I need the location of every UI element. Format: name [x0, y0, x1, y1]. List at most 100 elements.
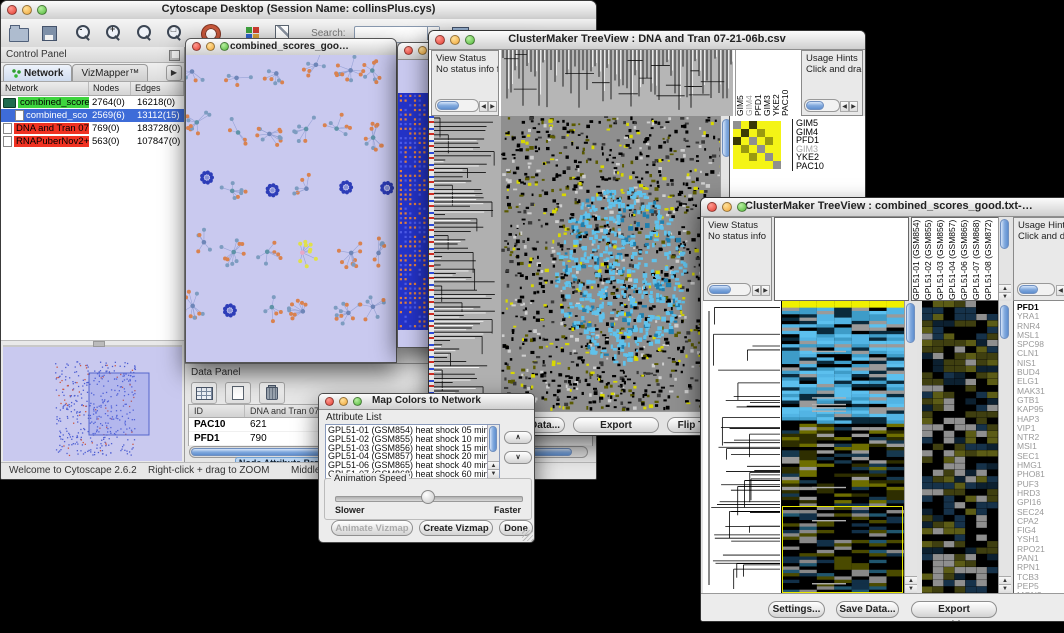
scrollbar-thumb[interactable]	[806, 101, 824, 110]
scroll-left-arrow[interactable]: ◀	[1056, 285, 1064, 296]
scroll-left-arrow[interactable]: ◀	[840, 101, 849, 112]
column-label[interactable]: GIM4	[745, 50, 754, 116]
move-up-button[interactable]: ∧	[504, 431, 532, 444]
zoom-heatmap-panel[interactable]	[922, 301, 998, 593]
network-overview-canvas[interactable]	[3, 347, 180, 457]
scrollbar-thumb[interactable]	[709, 285, 731, 294]
tab-vizmapper[interactable]: VizMapper™	[72, 64, 148, 81]
move-down-button[interactable]: ∨	[504, 451, 532, 464]
scroll-left-arrow[interactable]: ◀	[479, 101, 488, 112]
tab-overflow-arrow[interactable]: ▶	[166, 65, 182, 81]
animate-vizmap-button[interactable]: Animate Vizmap	[331, 520, 413, 536]
scroll-down-arrow[interactable]: ▼	[999, 584, 1011, 593]
network-canvas[interactable]	[186, 55, 396, 362]
network-row-dna-tran[interactable]: DNA and Tran 07 769(0) 183728(0)	[1, 122, 184, 135]
minimize-button[interactable]	[206, 42, 215, 51]
open-session-icon[interactable]	[9, 28, 29, 42]
vizmapper-icon[interactable]	[246, 27, 252, 33]
network-table-header[interactable]: Network Nodes Edges	[1, 82, 184, 96]
hints-hscrollbar[interactable]	[804, 99, 840, 112]
scrollbar-thumb[interactable]	[489, 426, 497, 452]
scroll-down-arrow[interactable]: ▼	[999, 292, 1011, 301]
network-view-titlebar[interactable]: combined_scores_good.txt--cluste...	[186, 39, 396, 56]
column-label[interactable]: GPL51-08 (GSM872)	[984, 218, 996, 300]
zoom-button[interactable]	[737, 202, 747, 212]
close-button[interactable]	[435, 35, 445, 45]
network-row-combined-sco-selected[interactable]: combined_sco 2569(6) 13112(15)	[1, 109, 184, 122]
close-button[interactable]	[404, 46, 413, 55]
minimize-button[interactable]	[22, 5, 32, 15]
zoom-button[interactable]	[353, 397, 362, 406]
scrollbar-thumb[interactable]	[906, 303, 915, 343]
scroll-down-arrow[interactable]: ▼	[488, 469, 499, 478]
export-graphics-button[interactable]: Export Graphics...	[911, 601, 997, 618]
similarity-matrix[interactable]	[733, 121, 781, 169]
scrollbar-thumb[interactable]	[1019, 285, 1038, 294]
hints-hscrollbar[interactable]	[1017, 283, 1055, 296]
select-attributes-button[interactable]	[191, 382, 217, 404]
gene-label[interactable]: PAC10	[796, 162, 866, 171]
column-label[interactable]: GPL51-02 (GSM855)	[924, 218, 936, 300]
zoom-fit-icon[interactable]: □	[167, 25, 181, 39]
close-button[interactable]	[325, 397, 334, 406]
column-dendrogram-area[interactable]	[774, 217, 909, 301]
zoom-selected-icon[interactable]	[137, 25, 151, 39]
scroll-left-arrow[interactable]: ◀	[752, 285, 761, 296]
network-overview-panel[interactable]	[3, 345, 182, 461]
column-label[interactable]: GPL51-03 (GSM856)	[936, 218, 948, 300]
column-dendrogram[interactable]	[501, 50, 733, 116]
scroll-right-arrow[interactable]: ▶	[761, 285, 770, 296]
attribute-listbox[interactable]: GPL51-01 (GSM854) heat shock 05 minGPL51…	[325, 424, 500, 479]
treeview-combined-titlebar[interactable]: ClusterMaker TreeView : combined_scores_…	[701, 198, 1064, 217]
close-button[interactable]	[707, 202, 717, 212]
minimize-button[interactable]	[722, 202, 732, 212]
zoom-button[interactable]	[37, 5, 47, 15]
status-hscrollbar[interactable]	[707, 283, 751, 296]
column-label[interactable]: GPL51-04 (GSM857)	[948, 218, 960, 300]
scroll-right-arrow[interactable]: ▶	[488, 101, 497, 112]
row-dendrogram-panel[interactable]	[703, 301, 782, 593]
close-button[interactable]	[192, 42, 201, 51]
zoom-heatmap-canvas[interactable]	[922, 301, 998, 593]
column-label[interactable]: PAC10	[781, 50, 790, 116]
list-vscrollbar[interactable]: ▲ ▼	[487, 425, 499, 478]
row-dendrogram[interactable]	[434, 116, 501, 411]
zoom-out-icon[interactable]: -	[76, 25, 90, 39]
zoom-button[interactable]	[220, 42, 229, 51]
column-label[interactable]: GPL51-01 (GSM854)	[912, 218, 924, 300]
labels-vscrollbar[interactable]: ▲ ▼	[998, 217, 1011, 301]
resize-grip[interactable]	[522, 530, 533, 541]
scrollbar-thumb[interactable]	[1000, 305, 1009, 339]
zoom-vscrollbar[interactable]: ▲ ▼	[998, 301, 1011, 593]
column-label[interactable]: GPL51-07 (GSM868)	[972, 218, 984, 300]
main-titlebar[interactable]: Cytoscape Desktop (Session Name: collins…	[1, 1, 596, 20]
scrollbar-thumb[interactable]	[1000, 219, 1009, 249]
column-label[interactable]: YKE2	[772, 50, 781, 116]
new-attribute-button[interactable]	[225, 382, 251, 404]
tab-network[interactable]: Network	[3, 64, 72, 81]
zoom-in-icon[interactable]: +	[106, 25, 120, 39]
scrollbar-thumb[interactable]	[437, 101, 459, 110]
heatmap-panel[interactable]	[782, 301, 904, 593]
treeview-dna-titlebar[interactable]: ClusterMaker TreeView : DNA and Tran 07-…	[429, 31, 865, 50]
network-row-combined-scores[interactable]: combined_scores 2764(0) 16218(0)	[1, 96, 184, 109]
speed-slider-thumb[interactable]	[421, 490, 435, 504]
column-label[interactable]: PFD1	[754, 50, 763, 116]
export-graphics-button[interactable]: Export Graphics...	[573, 417, 659, 433]
zoom-button[interactable]	[465, 35, 475, 45]
settings-button[interactable]: Settings...	[768, 601, 825, 618]
delete-attribute-button[interactable]	[259, 382, 285, 404]
float-panel-icon[interactable]	[169, 50, 180, 61]
splitter-handle[interactable]	[93, 341, 105, 347]
status-hscrollbar[interactable]	[435, 99, 479, 112]
save-session-icon[interactable]	[42, 26, 57, 41]
column-label[interactable]: GIM5	[736, 50, 745, 116]
create-vizmap-button[interactable]: Create Vizmap	[419, 520, 493, 536]
heatmap-vscrollbar[interactable]: ▲ ▼	[904, 301, 917, 593]
dialog-titlebar[interactable]: Map Colors to Network	[319, 394, 534, 410]
network-row-rnapubernov2[interactable]: RNAPuberNov2+ 563(0) 107847(0)	[1, 135, 184, 148]
minimize-button[interactable]	[339, 397, 348, 406]
minimize-button[interactable]	[418, 46, 427, 55]
heatmap-canvas[interactable]	[501, 116, 733, 411]
scroll-down-arrow[interactable]: ▼	[905, 584, 917, 593]
